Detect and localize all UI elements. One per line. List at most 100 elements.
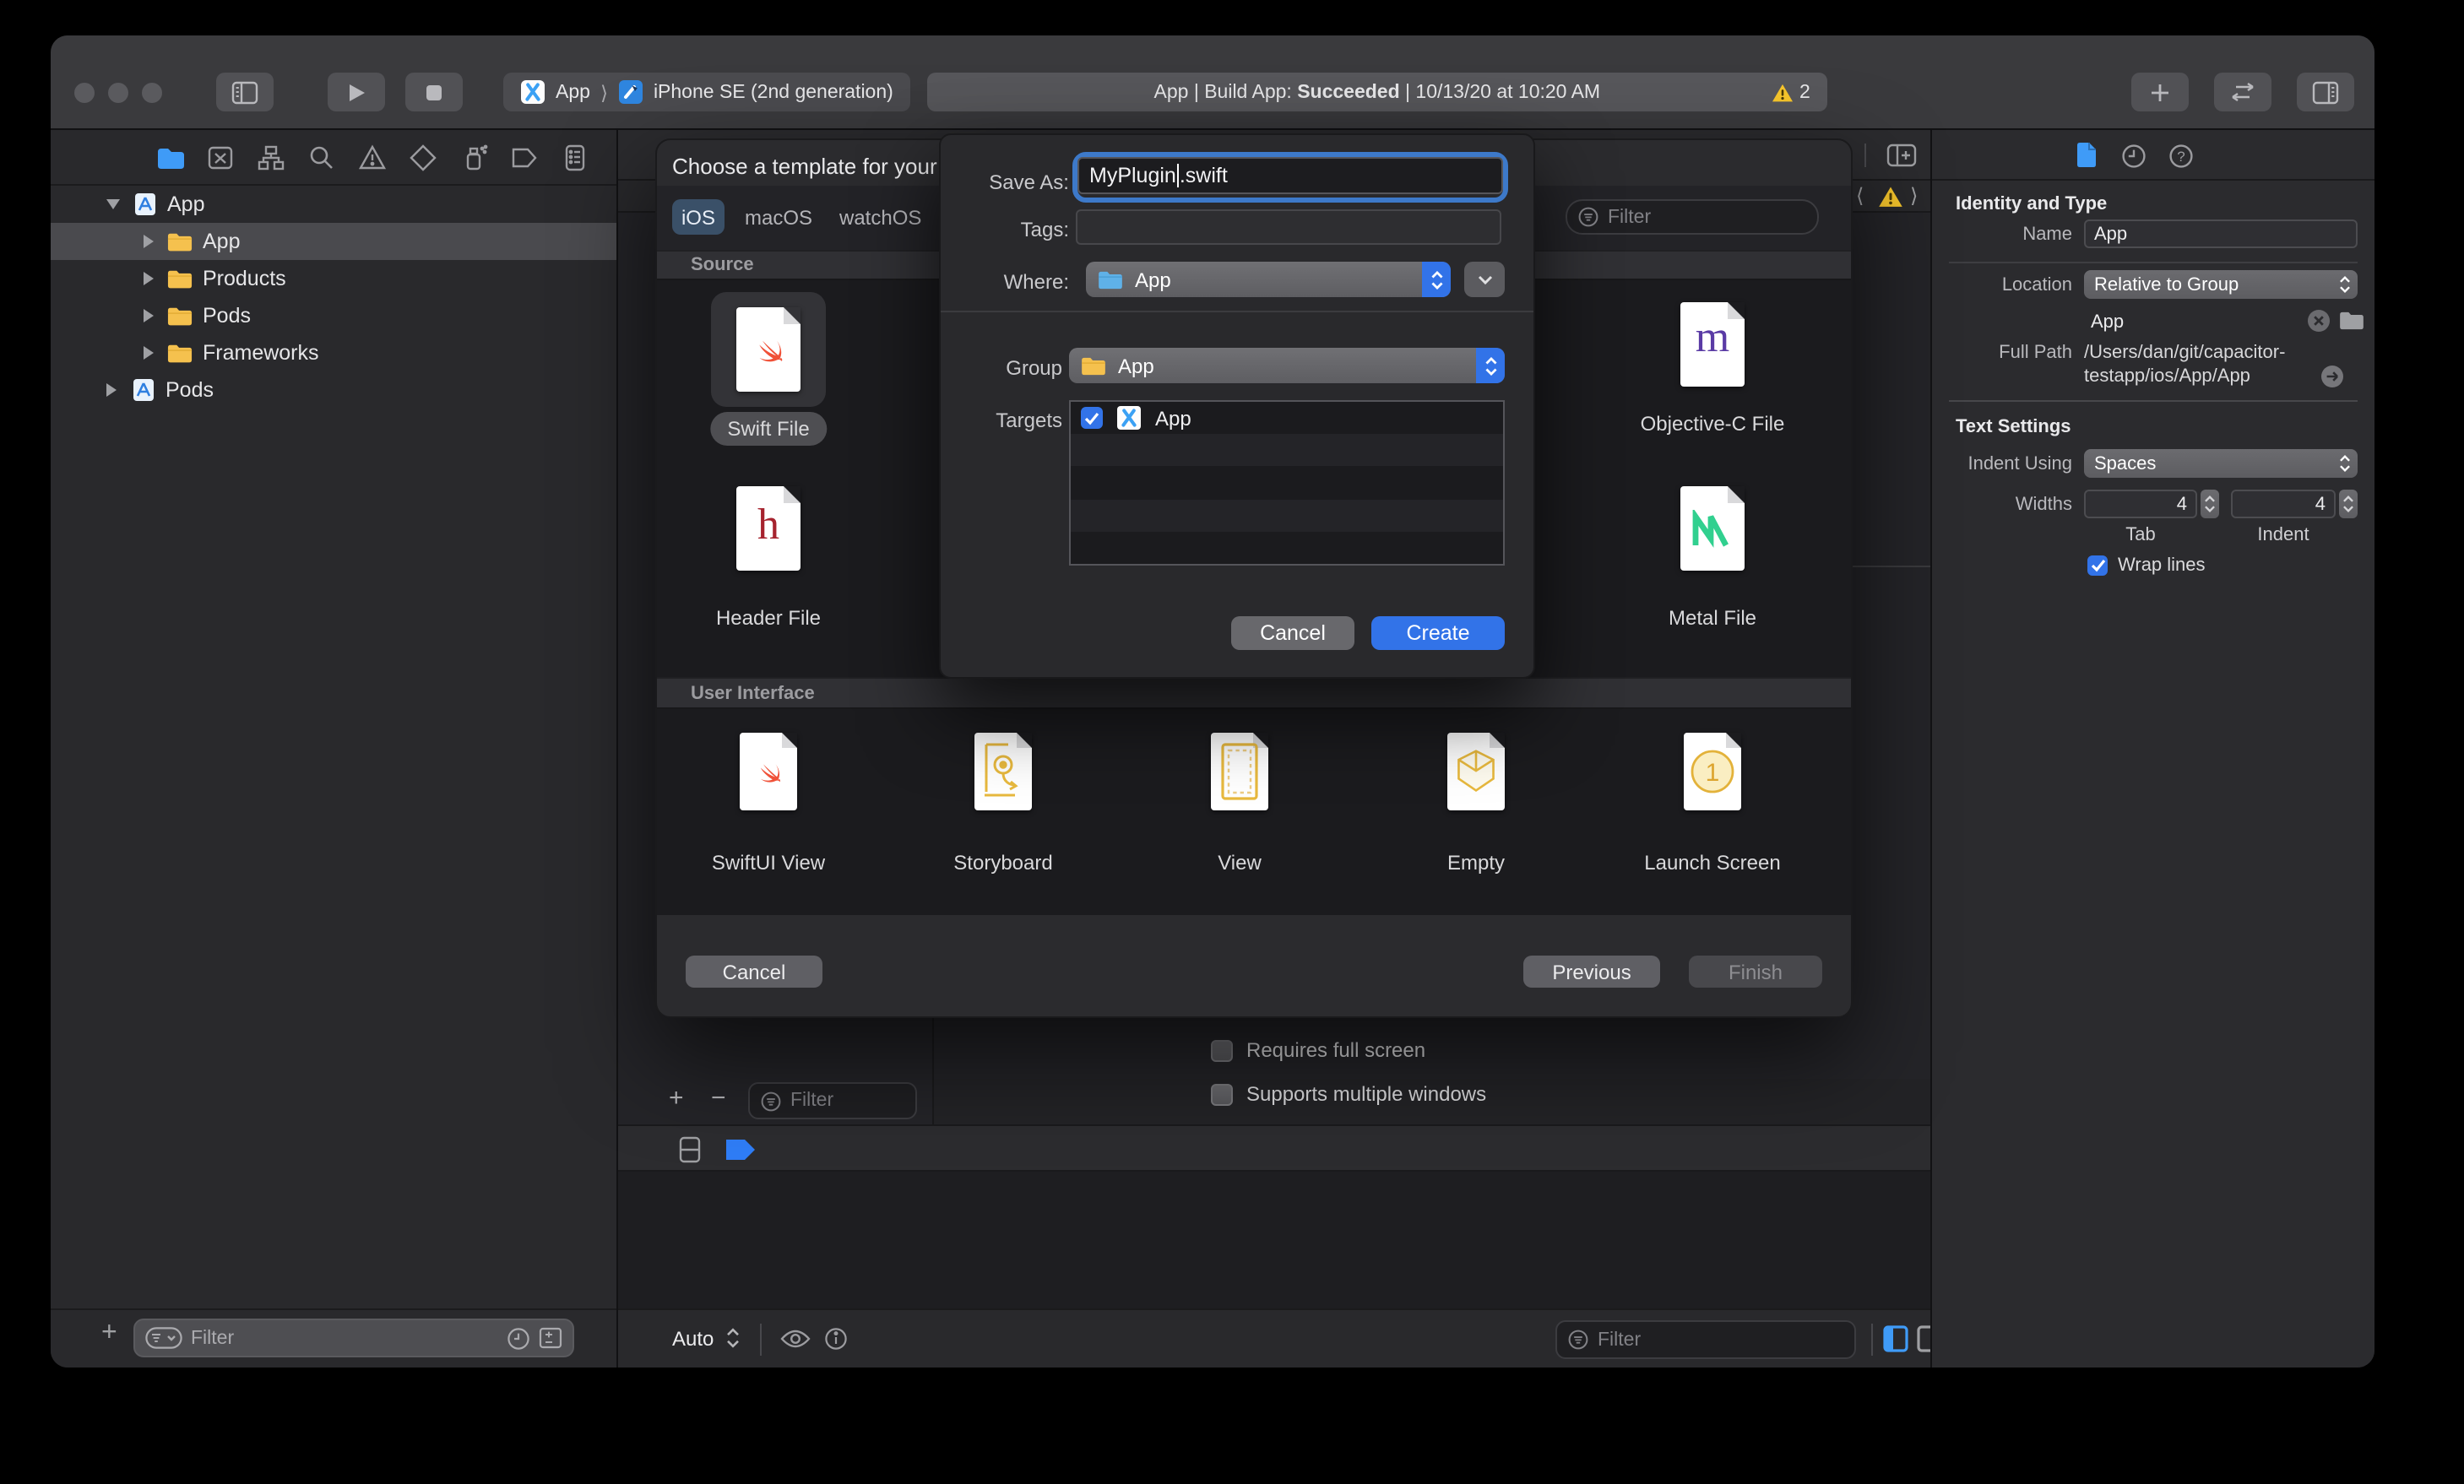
filter-menu-icon[interactable] <box>145 1327 182 1349</box>
tags-input[interactable] <box>1076 209 1501 245</box>
template-label-objective-c-file[interactable]: Objective-C File <box>1641 412 1785 436</box>
template-label-launch-screen[interactable]: Launch Screen <box>1644 851 1780 875</box>
template-storyboard[interactable] <box>974 733 1032 810</box>
search-navigator-icon[interactable] <box>307 144 336 172</box>
file-inspector-tab-icon[interactable] <box>2076 142 2098 169</box>
add-editor-button[interactable] <box>1886 144 1917 167</box>
target-checkbox[interactable] <box>1081 407 1103 430</box>
activity-status[interactable]: App | Build App: Succeeded | 10/13/20 at… <box>926 73 1827 111</box>
indent-using-popup[interactable]: Spaces <box>2084 449 2358 478</box>
remove-item-button[interactable]: − <box>711 1084 726 1113</box>
help-inspector-tab-icon[interactable]: ? <box>2168 144 2194 169</box>
dialog-finish-button[interactable]: Finish <box>1689 956 1822 988</box>
sheet-cancel-button[interactable]: Cancel <box>1231 616 1354 650</box>
wrap-lines-checkbox[interactable] <box>2087 555 2108 576</box>
recent-files-icon[interactable] <box>507 1326 530 1350</box>
target-row-app[interactable]: App <box>1071 402 1503 434</box>
disclosure-closed-icon[interactable] <box>144 346 154 360</box>
template-launch-screen[interactable]: 1 <box>1684 733 1741 810</box>
template-objective-c-file[interactable]: m <box>1680 302 1745 387</box>
tree-item-app-project[interactable]: App <box>51 186 616 223</box>
report-navigator-icon[interactable] <box>561 144 589 172</box>
indent-width-field[interactable]: 4 <box>2231 490 2336 518</box>
canvas-filter-input[interactable]: Filter <box>1555 1320 1856 1359</box>
group-popup[interactable]: App <box>1069 348 1505 383</box>
add-item-button[interactable]: + <box>669 1084 684 1113</box>
auto-mode-dropdown[interactable]: Auto <box>672 1327 740 1351</box>
library-button[interactable] <box>2131 73 2189 111</box>
tree-item-pods-group[interactable]: Pods <box>51 297 616 334</box>
template-metal-file[interactable] <box>1680 486 1745 571</box>
template-label-swift-file[interactable]: Swift File <box>710 412 827 446</box>
dialog-previous-button[interactable]: Previous <box>1523 956 1660 988</box>
breakpoint-navigator-icon[interactable] <box>510 144 539 172</box>
dialog-cancel-button[interactable]: Cancel <box>686 956 822 988</box>
requires-full-screen-checkbox[interactable] <box>1211 1039 1233 1061</box>
template-label-swiftui-view[interactable]: SwiftUI View <box>712 851 825 875</box>
name-field[interactable]: App <box>2084 219 2358 248</box>
location-popup[interactable]: Relative to Group <box>2084 270 2358 299</box>
template-filter-input[interactable]: Filter <box>1566 199 1819 235</box>
supports-multiple-windows-checkbox[interactable] <box>1211 1083 1233 1105</box>
run-button[interactable] <box>328 73 385 111</box>
disclosure-closed-icon[interactable] <box>144 272 154 285</box>
disclosure-closed-icon[interactable] <box>106 383 117 397</box>
tab-watchos[interactable]: watchOS <box>839 206 921 230</box>
tree-item-app-group[interactable]: App <box>51 223 616 260</box>
source-control-navigator-icon[interactable] <box>206 144 235 172</box>
navigator-filter-input[interactable]: Filter <box>133 1319 574 1357</box>
expand-sheet-button[interactable] <box>1464 262 1505 297</box>
disclosure-closed-icon[interactable] <box>144 309 154 322</box>
forward-chevron-icon[interactable]: ⟩ <box>1910 184 1918 208</box>
reveal-path-icon[interactable] <box>2320 365 2344 388</box>
source-control-status-icon[interactable] <box>539 1327 562 1349</box>
tree-item-pods-project[interactable]: Pods <box>51 371 616 409</box>
warning-badge[interactable]: 2 <box>1771 82 1810 102</box>
save-as-input[interactable]: MyPlugin .swift <box>1077 157 1503 194</box>
choose-folder-icon[interactable] <box>2339 311 2364 331</box>
template-view[interactable] <box>1211 733 1268 810</box>
where-popup[interactable]: App <box>1086 262 1451 297</box>
template-label-view[interactable]: View <box>1218 851 1262 875</box>
device-tab-icon[interactable] <box>679 1136 701 1163</box>
disclosure-closed-icon[interactable] <box>144 235 154 248</box>
template-swift-file[interactable] <box>711 292 826 407</box>
tab-width-stepper[interactable] <box>2201 490 2219 518</box>
tree-item-products[interactable]: Products <box>51 260 616 297</box>
template-label-empty[interactable]: Empty <box>1447 851 1505 875</box>
back-chevron-icon[interactable]: ⟨ <box>1856 184 1864 208</box>
project-navigator-icon[interactable] <box>155 144 184 172</box>
navigator-toggle-button[interactable] <box>216 73 274 111</box>
add-file-button[interactable]: + <box>101 1319 117 1347</box>
zoom-button[interactable] <box>142 82 162 102</box>
capability-tab-icon[interactable] <box>726 1140 757 1160</box>
minimize-button[interactable] <box>108 82 128 102</box>
tab-macos[interactable]: macOS <box>745 206 812 230</box>
template-header-file[interactable]: h <box>736 486 801 571</box>
template-empty[interactable] <box>1447 733 1505 810</box>
template-label-metal-file[interactable]: Metal File <box>1669 606 1756 630</box>
symbol-navigator-icon[interactable] <box>257 144 285 172</box>
scheme-selector[interactable]: App ⟩ iPhone SE (2nd generation) <box>503 73 910 111</box>
disclosure-open-icon[interactable] <box>106 199 120 209</box>
template-swiftui-view[interactable] <box>740 733 797 810</box>
template-label-header-file[interactable]: Header File <box>716 606 821 630</box>
editor-options-button[interactable] <box>2214 73 2271 111</box>
preview-eye-icon[interactable] <box>780 1329 811 1349</box>
inspector-toggle-button[interactable] <box>2297 73 2354 111</box>
debug-navigator-icon[interactable] <box>459 144 488 172</box>
clear-location-icon[interactable] <box>2307 309 2331 333</box>
close-button[interactable] <box>74 82 95 102</box>
history-inspector-tab-icon[interactable] <box>2121 144 2147 169</box>
issue-navigator-icon[interactable] <box>358 144 387 172</box>
tab-ios[interactable]: iOS <box>672 199 725 235</box>
tree-item-frameworks[interactable]: Frameworks <box>51 334 616 371</box>
stop-button[interactable] <box>405 73 463 111</box>
show-left-panel-icon[interactable] <box>1883 1325 1908 1352</box>
tab-width-field[interactable]: 4 <box>2084 490 2197 518</box>
jump-bar-warning-icon[interactable] <box>1878 186 1903 208</box>
indent-width-stepper[interactable] <box>2339 490 2358 518</box>
sheet-create-button[interactable]: Create <box>1371 616 1505 650</box>
test-navigator-icon[interactable] <box>409 144 437 172</box>
template-label-storyboard[interactable]: Storyboard <box>953 851 1052 875</box>
